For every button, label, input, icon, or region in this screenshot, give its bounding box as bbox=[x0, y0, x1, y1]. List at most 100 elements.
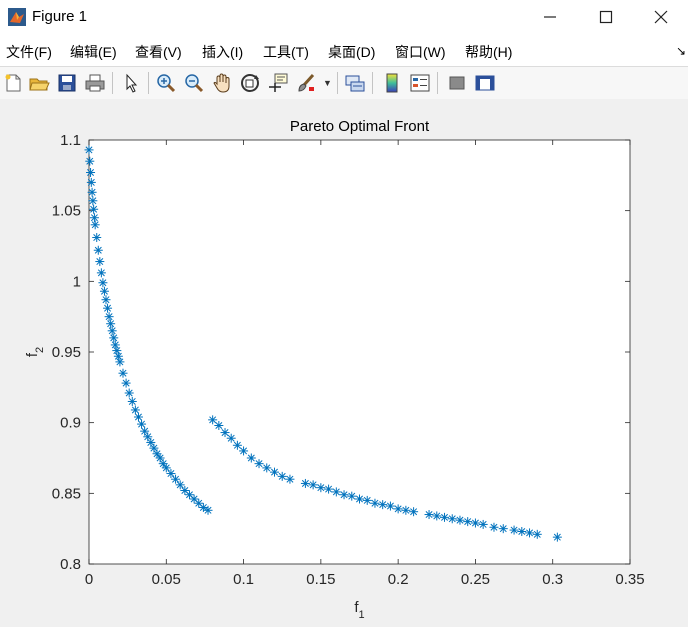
toolbar-separator bbox=[437, 72, 438, 94]
brush-icon[interactable] bbox=[295, 72, 317, 94]
rotate-3d-icon[interactable] bbox=[239, 72, 261, 94]
hide-plot-tools-icon[interactable] bbox=[446, 72, 468, 94]
chevron-right-icon[interactable]: ↘ bbox=[676, 44, 686, 58]
data-point bbox=[107, 326, 117, 336]
menu-desktop[interactable]: 桌面(D) bbox=[328, 42, 375, 62]
menu-insert[interactable]: 插入(I) bbox=[202, 42, 243, 62]
x-tick-label: 0.35 bbox=[615, 571, 644, 588]
data-point bbox=[355, 494, 364, 504]
open-file-icon[interactable] bbox=[28, 72, 50, 94]
minimize-icon bbox=[544, 16, 556, 18]
x-tick-label: 0.1 bbox=[233, 571, 254, 588]
show-plot-tools-icon[interactable] bbox=[474, 72, 496, 94]
menu-window[interactable]: 窗口(W) bbox=[395, 42, 446, 62]
y-tick-label: 0.9 bbox=[60, 415, 81, 432]
maximize-button[interactable] bbox=[578, 0, 634, 34]
data-point bbox=[324, 484, 334, 494]
menu-tools[interactable]: 工具(T) bbox=[263, 42, 309, 62]
data-point bbox=[269, 467, 279, 477]
data-point bbox=[95, 257, 105, 267]
data-point bbox=[118, 368, 128, 378]
close-button[interactable] bbox=[634, 0, 688, 34]
data-point bbox=[239, 446, 249, 456]
data-point bbox=[370, 498, 380, 508]
brush-dropdown-arrow[interactable]: ▼ bbox=[323, 78, 332, 88]
y-tick-label: 1.05 bbox=[52, 203, 81, 220]
maximize-icon bbox=[599, 10, 613, 24]
data-point bbox=[175, 480, 185, 490]
data-point bbox=[121, 378, 131, 388]
data-point bbox=[316, 483, 326, 493]
data-point bbox=[106, 319, 116, 329]
data-point bbox=[86, 168, 96, 178]
toolbar-separator bbox=[112, 72, 113, 94]
data-point bbox=[308, 480, 318, 490]
figure-toolbar: ▼ bbox=[0, 66, 688, 100]
link-plot-icon[interactable] bbox=[344, 72, 366, 94]
data-point bbox=[161, 463, 171, 473]
toolbar-separator bbox=[337, 72, 338, 94]
chart-title: Pareto Optimal Front bbox=[290, 118, 430, 135]
data-point bbox=[98, 278, 108, 288]
data-point bbox=[254, 459, 264, 469]
data-point bbox=[300, 478, 310, 488]
data-point bbox=[362, 495, 372, 505]
data-point bbox=[96, 268, 106, 278]
data-point bbox=[226, 433, 236, 443]
menu-view[interactable]: 查看(V) bbox=[135, 42, 182, 62]
data-point bbox=[86, 177, 96, 187]
x-axis-label: f1 bbox=[354, 599, 364, 621]
y-tick-label: 1 bbox=[73, 273, 81, 290]
pan-hand-icon[interactable] bbox=[211, 72, 233, 94]
legend-icon[interactable] bbox=[409, 72, 431, 94]
data-point bbox=[246, 453, 256, 463]
select-arrow-icon[interactable] bbox=[120, 72, 142, 94]
x-tick-label: 0.3 bbox=[542, 571, 563, 588]
data-point bbox=[115, 357, 125, 367]
window-titlebar: Figure 1 bbox=[0, 0, 688, 35]
y-tick-label: 0.95 bbox=[52, 344, 81, 361]
save-icon[interactable] bbox=[56, 72, 78, 94]
data-point bbox=[109, 333, 119, 343]
data-point bbox=[85, 156, 95, 166]
data-point bbox=[277, 471, 287, 481]
menu-bar: 文件(F) 编辑(E) 查看(V) 插入(I) 工具(T) 桌面(D) 窗口(W… bbox=[0, 34, 688, 66]
zoom-out-icon[interactable] bbox=[183, 72, 205, 94]
data-point bbox=[166, 469, 176, 479]
data-point bbox=[385, 501, 395, 511]
data-point bbox=[84, 145, 94, 155]
x-tick-label: 0.15 bbox=[306, 571, 335, 588]
data-point bbox=[378, 500, 388, 510]
print-icon[interactable] bbox=[84, 72, 106, 94]
menu-file[interactable]: 文件(F) bbox=[6, 42, 52, 62]
data-point bbox=[214, 420, 224, 430]
toolbar-separator bbox=[148, 72, 149, 94]
x-tick-label: 0.25 bbox=[461, 571, 490, 588]
data-point bbox=[339, 490, 349, 500]
menu-edit[interactable]: 编辑(E) bbox=[70, 42, 117, 62]
data-point bbox=[93, 245, 103, 255]
data-point bbox=[285, 474, 295, 484]
data-point bbox=[262, 463, 272, 473]
y-axis-label: f2 bbox=[24, 347, 46, 357]
close-icon bbox=[654, 10, 668, 24]
x-tick-label: 0 bbox=[85, 571, 93, 588]
minimize-button[interactable] bbox=[522, 0, 578, 34]
y-tick-label: 1.1 bbox=[60, 132, 81, 149]
window-title: Figure 1 bbox=[32, 8, 88, 25]
menu-help[interactable]: 帮助(H) bbox=[465, 42, 512, 62]
matlab-logo-icon bbox=[8, 8, 26, 26]
data-cursor-icon[interactable] bbox=[267, 72, 289, 94]
x-tick-label: 0.2 bbox=[388, 571, 409, 588]
colorbar-icon[interactable] bbox=[381, 72, 403, 94]
data-point bbox=[127, 396, 137, 406]
data-point bbox=[171, 474, 181, 484]
x-tick-label: 0.05 bbox=[152, 571, 181, 588]
toolbar-separator bbox=[372, 72, 373, 94]
new-figure-icon[interactable] bbox=[2, 72, 24, 94]
scatter-plot[interactable]: 0 0.05 0.1 0.15 0.2 0.25 0.3 0.35 0.8 0.85 0.9 0.95… bbox=[0, 99, 688, 627]
y-tick-label: 0.85 bbox=[52, 485, 81, 502]
data-point bbox=[347, 491, 357, 501]
zoom-in-icon[interactable] bbox=[155, 72, 177, 94]
figure-canvas[interactable]: 0 0.05 0.1 0.15 0.2 0.25 0.3 0.35 0.8 0.85 0.9 0.95… bbox=[0, 99, 688, 627]
